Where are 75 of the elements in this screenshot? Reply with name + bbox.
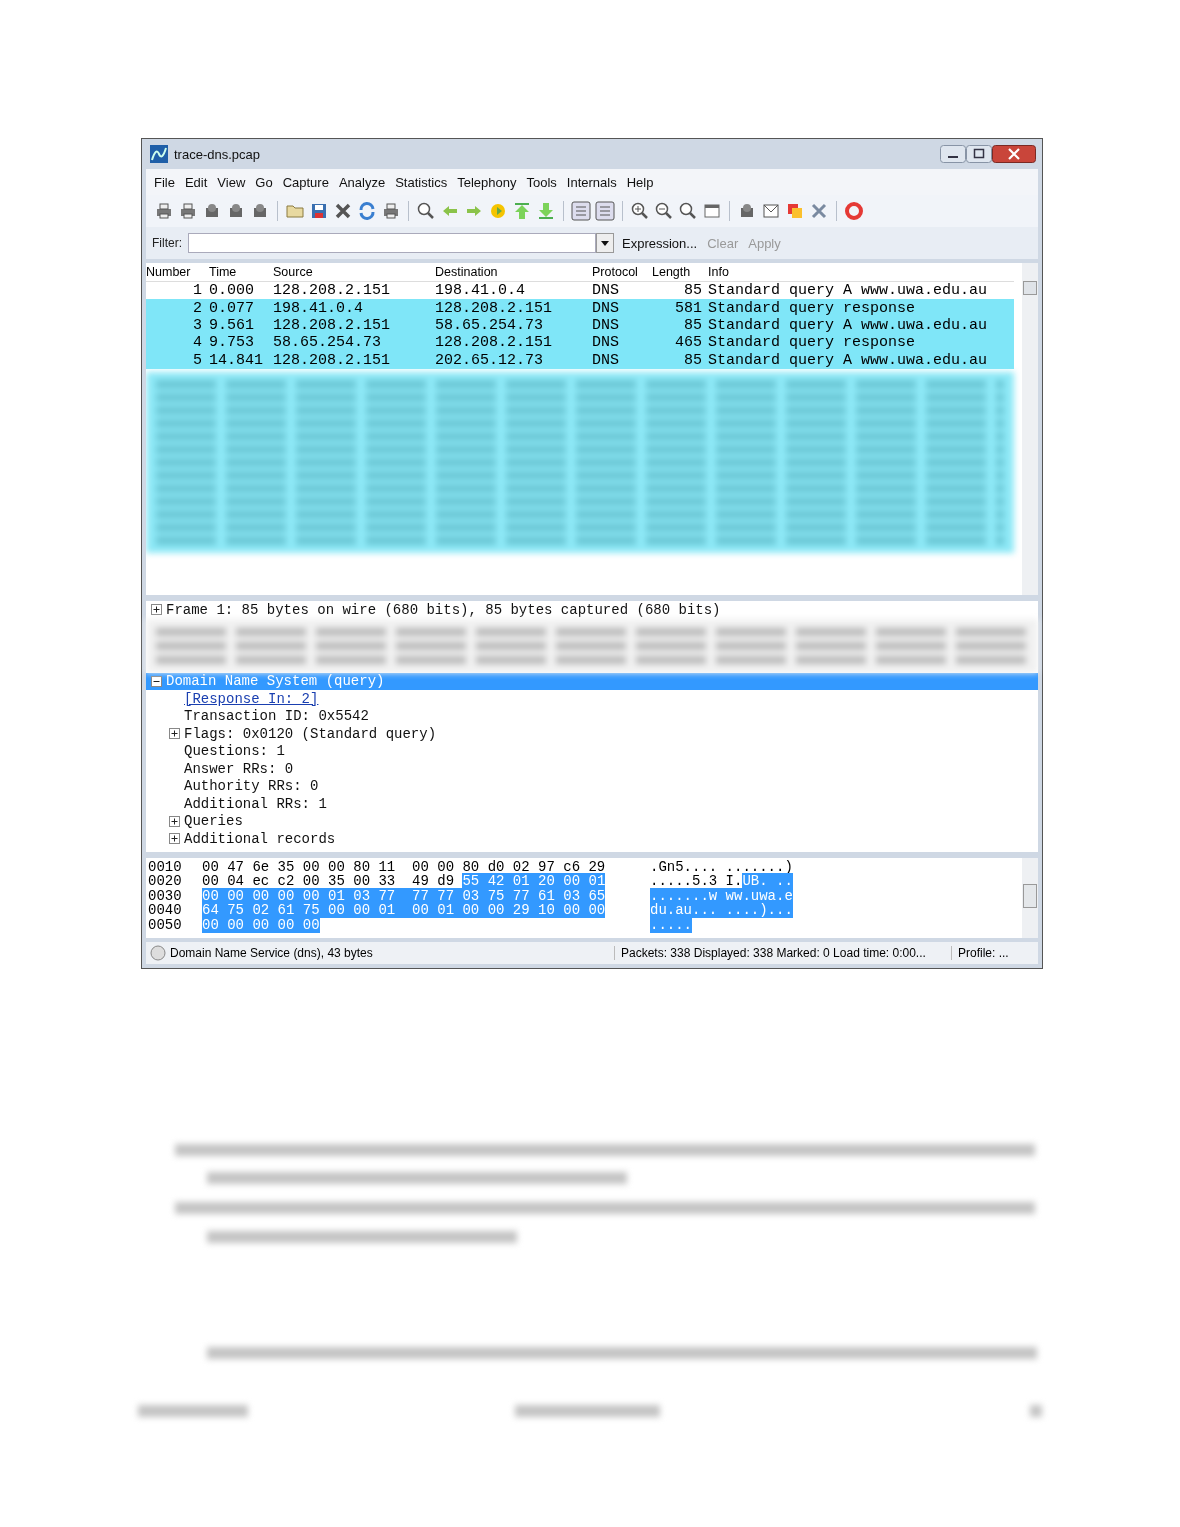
menu-item[interactable]: Edit	[184, 174, 208, 190]
packet-row[interactable]: 4 9.753 58.65.254.73 128.208.2.151 DNS 465 Standard query response	[146, 334, 1014, 352]
close-button[interactable]	[992, 145, 1036, 163]
column-header[interactable]: Source	[273, 265, 435, 279]
list-icon[interactable]	[595, 201, 615, 221]
packet-row[interactable]: 1 0.000 128.208.2.151 198.41.0.4 DNS 85 Standard query A www.uwa.edu.au	[146, 282, 1014, 300]
status-text: Packets: 338 Displayed: 338 Marked: 0 Load time: 0:00...	[614, 945, 947, 960]
tree-item[interactable]: Queries	[146, 812, 1038, 830]
zoom-reset-icon[interactable]	[678, 201, 698, 221]
tree-item[interactable]: Additional records	[146, 830, 1038, 848]
window-title: trace-dns.pcap	[174, 146, 260, 162]
expander-icon[interactable]	[168, 815, 180, 827]
blurred-text	[1030, 1404, 1042, 1417]
search-icon[interactable]	[416, 201, 436, 221]
profile-text[interactable]: Profile: ...	[951, 945, 1009, 960]
column-header[interactable]: Length	[652, 265, 708, 279]
tree-item[interactable]: Flags: 0x0120 (Standard query)	[146, 725, 1038, 743]
ascii-text[interactable]: .....5.3 I.	[650, 873, 743, 889]
tree-item[interactable]: Authority RRs: 0	[146, 777, 1038, 795]
hex-offset: 0050	[147, 917, 183, 932]
hex-bytes[interactable]: 00 47 6e 35 00 00 80 11 00 00 80 d0 02 97 c6 29	[202, 858, 606, 875]
filter-label: Filter:	[152, 236, 182, 250]
hex-bytes[interactable]: 00 04 ec c2 00 35 00 33 49 d9	[202, 873, 463, 889]
filter-button[interactable]: Expression...	[620, 235, 700, 251]
cross-icon[interactable]	[333, 201, 353, 221]
packet-row[interactable]: 2 0.077 198.41.0.4 128.208.2.151 DNS 581 Standard query response	[146, 299, 1014, 317]
hex-offset: 0030	[147, 888, 183, 903]
status-text: Domain Name Service (dns), 43 bytes	[170, 945, 374, 960]
menu-item[interactable]: Help	[626, 174, 654, 190]
expander-icon[interactable]	[150, 675, 162, 687]
list-icon[interactable]	[571, 201, 591, 221]
window-icon[interactable]	[702, 201, 722, 221]
menu-item[interactable]: Go	[255, 174, 273, 190]
printer-icon[interactable]	[178, 201, 198, 221]
expander-icon[interactable]	[168, 728, 180, 740]
menu-item[interactable]: View	[217, 174, 246, 190]
refresh-icon[interactable]	[357, 201, 377, 221]
tree-item[interactable]: Questions: 1	[146, 742, 1038, 760]
column-header[interactable]: Time	[209, 265, 273, 279]
printer-icon[interactable]	[381, 201, 401, 221]
maximize-button[interactable]	[966, 145, 992, 163]
menu-item[interactable]: Statistics	[395, 174, 448, 190]
hex-offset: 0020	[147, 874, 183, 889]
ascii-text[interactable]: .Gn5.... .......)	[650, 858, 793, 875]
lifebuoy-icon[interactable]	[844, 201, 864, 221]
expander-icon[interactable]	[150, 604, 162, 616]
tree-item[interactable]: Answer RRs: 0	[146, 760, 1038, 778]
envelope-icon[interactable]	[761, 201, 781, 221]
menu-item[interactable]: Internals	[566, 174, 617, 190]
tree-item[interactable]: Additional RRs: 1	[146, 795, 1038, 813]
menu-item[interactable]: Tools	[526, 174, 557, 190]
menu-item[interactable]: File	[154, 174, 175, 190]
minimize-button[interactable]	[940, 145, 966, 163]
menu-item[interactable]: Analyze	[338, 174, 386, 190]
dropdown-button[interactable]	[596, 233, 614, 253]
column-header[interactable]: Info	[708, 265, 1008, 279]
tree-item[interactable]: Transaction ID: 0x5542	[146, 707, 1038, 725]
app-icon	[150, 145, 168, 163]
scrollbar[interactable]	[1022, 263, 1038, 595]
hex-offset: 0040	[147, 903, 183, 918]
menu-item[interactable]: Capture	[282, 174, 329, 190]
expander-icon[interactable]	[168, 833, 180, 845]
filter-field[interactable]	[188, 233, 596, 253]
zoom-in-icon[interactable]	[630, 201, 650, 221]
column-header[interactable]: Destination	[435, 265, 592, 279]
zoom-out-icon[interactable]	[654, 201, 674, 221]
column-header[interactable]: Number	[146, 265, 209, 279]
printer-icon[interactable]	[154, 201, 174, 221]
tree-item[interactable]: Frame 1: 85 bytes on wire (680 bits), 85 bytes captured (680 bits)	[146, 601, 1038, 619]
menu-item[interactable]: Telephony	[457, 174, 517, 190]
palette-icon[interactable]	[785, 201, 805, 221]
column-header[interactable]: Protocol	[592, 265, 652, 279]
scrollbar[interactable]	[1022, 857, 1038, 938]
hex-offset: 0010	[147, 859, 183, 874]
link[interactable]: [Response In: 2]	[146, 690, 1038, 708]
